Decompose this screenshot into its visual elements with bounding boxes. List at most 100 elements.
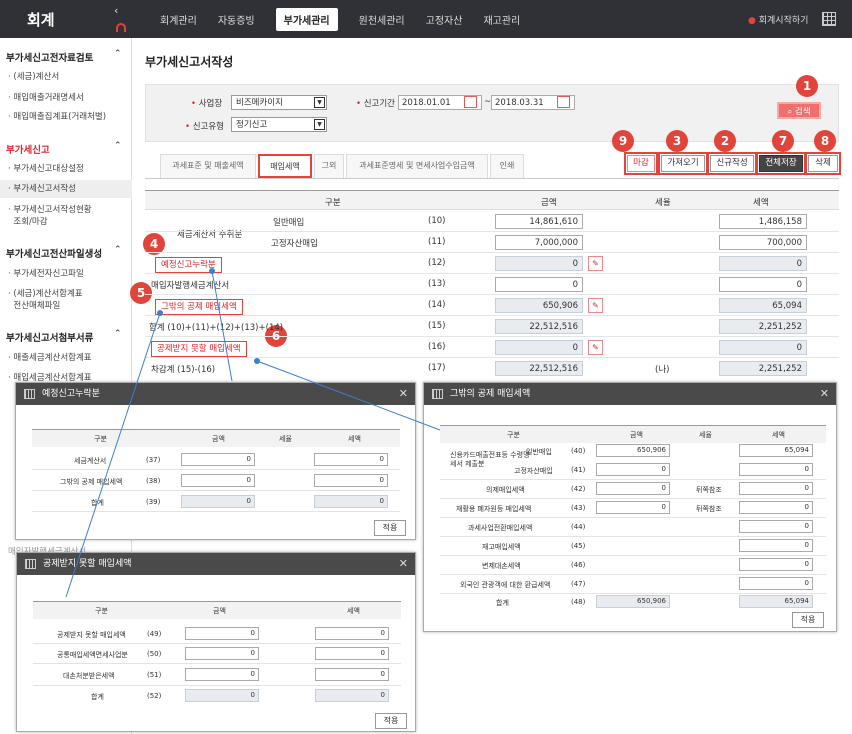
start-guide-link[interactable]: ● 회계시작하기 (748, 13, 808, 26)
pencil-icon[interactable]: ✎ (588, 298, 603, 313)
sidebar-item-invoice[interactable]: · (세금)계산서 (8, 71, 128, 83)
tab-print[interactable]: 인쇄 (490, 154, 524, 178)
tax-input: 0 (314, 495, 388, 508)
nav-accounting[interactable]: 회계관리 (160, 12, 197, 27)
non-deductible-link[interactable]: 공제받지 못할 매입세액 (151, 341, 247, 357)
other-deductible-link[interactable]: 그밖의 공제 매입세액 (155, 299, 243, 315)
pencil-icon[interactable]: ✎ (588, 340, 603, 355)
amount-input[interactable]: 0 (596, 501, 670, 514)
sidebar-item-e-filing[interactable]: · 부가세전자신고파일 (8, 268, 128, 280)
tax-input: 0 (719, 340, 807, 355)
table-row: 공제받지 못할 매입세액 (16) 0 ✎ 0 (145, 337, 839, 358)
tab-purchase-tax[interactable]: 매입세액 (258, 154, 312, 178)
amount-input[interactable]: 0 (185, 668, 259, 681)
tax-input[interactable]: 0 (739, 539, 813, 552)
search-icon: ⌕ (787, 107, 793, 117)
close-icon[interactable]: ✕ (820, 383, 829, 405)
step-badge-8: 8 (814, 130, 836, 152)
amount-input[interactable]: 0 (596, 482, 670, 495)
tax-input[interactable]: 0 (315, 647, 389, 660)
save-all-button[interactable]: 전체저장 (756, 152, 806, 175)
tax-input[interactable]: 0 (739, 501, 813, 514)
tax-input: 0 (719, 256, 807, 271)
sidebar-item-report-status[interactable]: · 부가세신고서작성현황 조회/마감 (8, 204, 128, 228)
amount-input[interactable]: 0 (495, 277, 583, 292)
tax-input[interactable]: 0 (314, 453, 388, 466)
apply-button[interactable]: 적용 (374, 520, 406, 536)
amount-input[interactable]: 7,000,000 (495, 235, 583, 250)
amount-input[interactable]: 0 (181, 474, 255, 487)
nav-vat[interactable]: 부가세관리 (275, 7, 338, 31)
step-badge-3: 3 (666, 130, 688, 152)
sidebar-item-media-file[interactable]: · (세금)계산서합계표 전산매체파일 (8, 288, 128, 312)
search-button[interactable]: ⌕ 검색 (777, 102, 821, 119)
preliminary-omission-link[interactable]: 예정신고누락분 (155, 257, 222, 273)
amount-input[interactable]: 650,906 (596, 444, 670, 457)
period-label: • 신고기간 (356, 99, 395, 109)
nav-inventory[interactable]: 재고관리 (483, 12, 520, 27)
sidebar-item-target-setting[interactable]: · 부가세신고대상설정 (8, 163, 128, 175)
tax-input: 65,094 (739, 595, 813, 608)
tax-input[interactable]: 0 (739, 577, 813, 590)
close-button[interactable]: 마감 (624, 152, 658, 175)
amount-input[interactable]: 0 (596, 463, 670, 476)
amount-input[interactable]: 0 (181, 453, 255, 466)
sidebar-section-attachments[interactable]: 부가세신고서첨부서류 (6, 330, 93, 344)
non-deductible-dialog: 공제받지 못할 매입세액 ✕ 구분 금액 세액 공제받지 못할 매입세액 (49… (16, 552, 416, 732)
close-icon[interactable]: ✕ (399, 383, 408, 405)
amount-input[interactable]: 0 (185, 647, 259, 660)
report-type-select[interactable]: 정기신고 ▼ (231, 117, 327, 132)
delete-button[interactable]: 삭제 (805, 152, 841, 175)
chevron-up-icon[interactable]: ⌃ (114, 245, 122, 255)
amount-input: 22,512,516 (495, 319, 583, 334)
amount-input: 0 (185, 689, 259, 702)
dialog-title: 그밖의 공제 매입세액 (424, 383, 836, 405)
sidebar-item-report-write[interactable]: · 부가세신고서작성 (0, 180, 132, 198)
amount-input[interactable]: 14,861,610 (495, 214, 583, 229)
tax-input[interactable]: 0 (739, 558, 813, 571)
tax-input[interactable]: 0 (739, 463, 813, 476)
collapse-chevron-icon[interactable]: ‹ (114, 4, 118, 17)
nav-withholding[interactable]: 원천세관리 (359, 12, 405, 27)
table-row: 차감계 (15)-(16) (17) 22,512,516 (나) 2,251,… (145, 358, 839, 379)
sidebar-item-transaction-statement[interactable]: · 매입매출거래명세서 (8, 92, 128, 104)
tax-input[interactable]: 0 (315, 627, 389, 640)
chevron-up-icon[interactable]: ⌃ (114, 141, 122, 151)
tax-input[interactable]: 0 (314, 474, 388, 487)
sidebar-item-summary[interactable]: · 매입매출집계표(거래처별) (8, 111, 128, 123)
calendar-icon[interactable] (557, 96, 570, 108)
business-select[interactable]: 비즈메카이지 ▼ (231, 95, 327, 110)
nav-fixed-assets[interactable]: 고정자산 (426, 12, 463, 27)
tax-input[interactable]: 0 (739, 482, 813, 495)
sidebar-section-vat-report[interactable]: 부가세신고 (6, 142, 50, 156)
apply-button[interactable]: 적용 (375, 713, 407, 729)
app-logo[interactable]: 회계 (27, 9, 55, 30)
calculator-icon[interactable] (822, 12, 836, 26)
close-icon[interactable]: ✕ (399, 553, 408, 575)
tax-input[interactable]: 1,486,158 (719, 214, 807, 229)
tax-input[interactable]: 0 (739, 520, 813, 533)
tab-other[interactable]: 그외 (314, 154, 344, 178)
headset-icon[interactable] (116, 23, 126, 32)
header-tax: 세액 (753, 198, 769, 208)
sidebar-section-review[interactable]: 부가세신고전자료검토 (6, 50, 93, 64)
amount-input: 650,906 (596, 595, 670, 608)
calendar-icon[interactable] (464, 96, 477, 108)
pencil-icon[interactable]: ✎ (588, 256, 603, 271)
import-button[interactable]: 가져오기 (658, 152, 708, 175)
amount-input[interactable]: 0 (185, 627, 259, 640)
sidebar-section-file-gen[interactable]: 부가세신고전산파일생성 (6, 246, 102, 260)
chevron-up-icon[interactable]: ⌃ (114, 49, 122, 59)
tax-input[interactable]: 0 (719, 277, 807, 292)
tab-tax-base-detail[interactable]: 과세표준명세 및 면세사업수입금액 (346, 154, 488, 178)
tab-sales-tax[interactable]: 과세표준 및 매출세액 (160, 154, 256, 178)
new-button[interactable]: 신규작성 (707, 152, 757, 175)
tax-input[interactable]: 700,000 (719, 235, 807, 250)
sidebar-item-sales-invoice-summary[interactable]: · 매출세금계산서합계표 (8, 352, 128, 364)
tax-input[interactable]: 65,094 (739, 444, 813, 457)
apply-button[interactable]: 적용 (792, 612, 824, 628)
nav-auto-evidence[interactable]: 자동증빙 (218, 12, 255, 27)
tax-input[interactable]: 0 (315, 668, 389, 681)
dialog-title: 예정신고누락분 (16, 383, 415, 405)
chevron-up-icon[interactable]: ⌃ (114, 329, 122, 339)
